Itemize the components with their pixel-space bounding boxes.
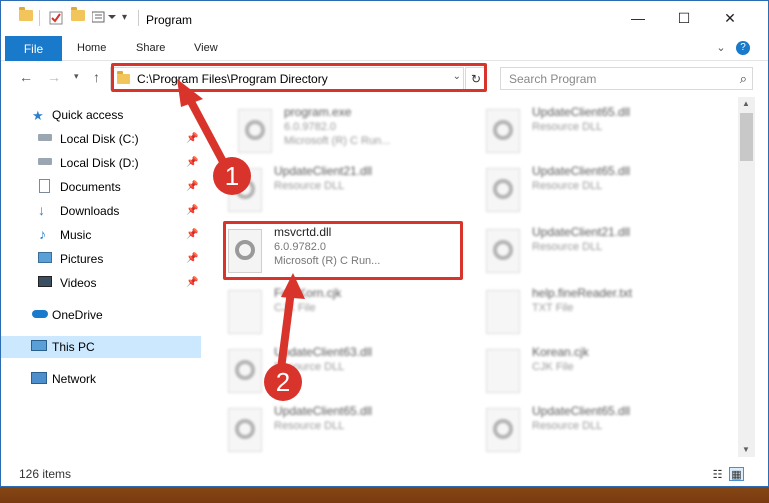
step-badge-1: 1 [213,157,251,195]
explorer-window: ▾ Program — ☐ ✕ File Home Share View ⌄ ?… [0,0,769,487]
annotation-arrows [177,79,305,373]
step-badge-2: 2 [264,363,302,401]
